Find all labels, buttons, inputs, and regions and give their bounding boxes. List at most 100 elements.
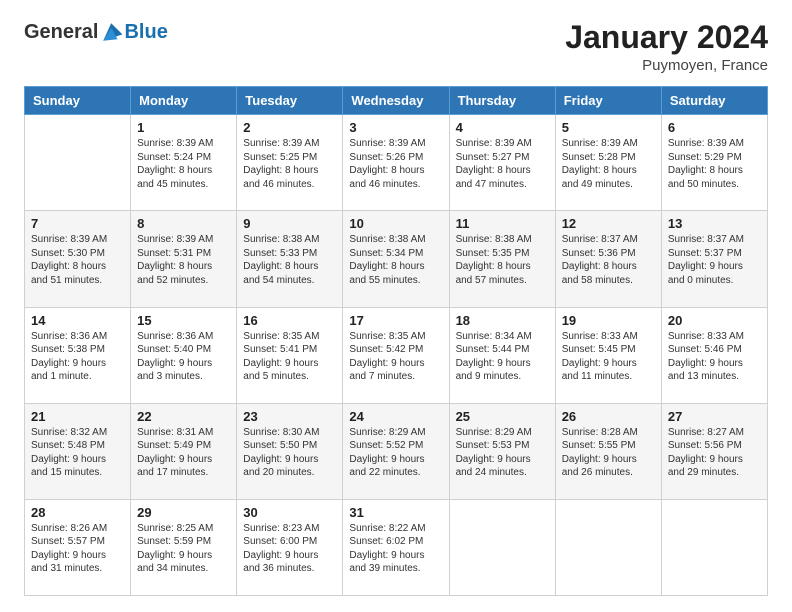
cell-info: Sunrise: 8:22 AMSunset: 6:02 PMDaylight:… bbox=[349, 522, 442, 576]
calendar-cell: 14 Sunrise: 8:36 AMSunset: 5:38 PMDayligh… bbox=[25, 307, 131, 403]
cell-info: Sunrise: 8:33 AMSunset: 5:46 PMDaylight:… bbox=[668, 330, 761, 384]
cell-date: 12 bbox=[562, 216, 655, 231]
calendar-cell bbox=[449, 499, 555, 595]
cell-info: Sunrise: 8:39 AMSunset: 5:28 PMDaylight:… bbox=[562, 137, 655, 191]
calendar-day-header: Tuesday bbox=[237, 87, 343, 115]
logo-icon bbox=[100, 20, 124, 44]
cell-info: Sunrise: 8:38 AMSunset: 5:35 PMDaylight:… bbox=[456, 233, 549, 287]
cell-date: 22 bbox=[137, 409, 230, 424]
cell-date: 10 bbox=[349, 216, 442, 231]
calendar-cell: 26Sunrise: 8:28 AMSunset: 5:55 PMDayligh… bbox=[555, 403, 661, 499]
cell-info: Sunrise: 8:35 AMSunset: 5:42 PMDaylight:… bbox=[349, 330, 442, 384]
cell-info: Sunrise: 8:34 AMSunset: 5:44 PMDaylight:… bbox=[456, 330, 549, 384]
cell-date: 14 bbox=[31, 313, 124, 328]
calendar-cell: 31Sunrise: 8:22 AMSunset: 6:02 PMDayligh… bbox=[343, 499, 449, 595]
page: General Blue January 2024 Puymoyen, Fran… bbox=[0, 0, 792, 612]
cell-date: 19 bbox=[562, 313, 655, 328]
cell-info: Sunrise: 8:26 AMSunset: 5:57 PMDaylight:… bbox=[31, 522, 124, 576]
calendar-cell: 10Sunrise: 8:38 AMSunset: 5:34 PMDayligh… bbox=[343, 211, 449, 307]
logo-general: General bbox=[24, 21, 98, 44]
subtitle: Puymoyen, France bbox=[565, 57, 768, 74]
calendar-cell: 13 Sunrise: 8:37 AMSunset: 5:37 PMDayligh… bbox=[661, 211, 767, 307]
cell-date: 6 bbox=[668, 120, 761, 135]
calendar-cell: 20 Sunrise: 8:33 AMSunset: 5:46 PMDayligh… bbox=[661, 307, 767, 403]
calendar-cell: 25Sunrise: 8:29 AMSunset: 5:53 PMDayligh… bbox=[449, 403, 555, 499]
cell-info: Sunrise: 8:39 AMSunset: 5:29 PMDaylight:… bbox=[668, 137, 761, 191]
calendar-cell bbox=[555, 499, 661, 595]
cell-date: 16 bbox=[243, 313, 336, 328]
cell-info: Sunrise: 8:31 AMSunset: 5:49 PMDaylight:… bbox=[137, 426, 230, 480]
cell-date: 3 bbox=[349, 120, 442, 135]
cell-info: Sunrise: 8:37 AMSunset: 5:36 PMDaylight:… bbox=[562, 233, 655, 287]
calendar-header-row: SundayMondayTuesdayWednesdayThursdayFrid… bbox=[25, 87, 768, 115]
cell-date: 8 bbox=[137, 216, 230, 231]
cell-date: 11 bbox=[456, 216, 549, 231]
main-title: January 2024 bbox=[565, 20, 768, 55]
cell-date: 24 bbox=[349, 409, 442, 424]
calendar-cell: 6 Sunrise: 8:39 AMSunset: 5:29 PMDaylight… bbox=[661, 115, 767, 211]
calendar-cell: 23Sunrise: 8:30 AMSunset: 5:50 PMDayligh… bbox=[237, 403, 343, 499]
cell-info: Sunrise: 8:29 AMSunset: 5:53 PMDaylight:… bbox=[456, 426, 549, 480]
cell-date: 20 bbox=[668, 313, 761, 328]
logo-blue: Blue bbox=[124, 21, 167, 44]
calendar-cell: 16 Sunrise: 8:35 AMSunset: 5:41 PMDayligh… bbox=[237, 307, 343, 403]
calendar-cell: 3 Sunrise: 8:39 AMSunset: 5:26 PMDaylight… bbox=[343, 115, 449, 211]
calendar-cell: 12 Sunrise: 8:37 AMSunset: 5:36 PMDayligh… bbox=[555, 211, 661, 307]
cell-info: Sunrise: 8:32 AMSunset: 5:48 PMDaylight:… bbox=[31, 426, 124, 480]
calendar-cell: 11 Sunrise: 8:38 AMSunset: 5:35 PMDayligh… bbox=[449, 211, 555, 307]
calendar-cell: 7Sunrise: 8:39 AMSunset: 5:30 PMDaylight… bbox=[25, 211, 131, 307]
logo: General Blue bbox=[24, 20, 168, 44]
cell-info: Sunrise: 8:36 AMSunset: 5:38 PMDaylight:… bbox=[31, 330, 124, 384]
cell-date: 18 bbox=[456, 313, 549, 328]
cell-date: 13 bbox=[668, 216, 761, 231]
calendar-day-header: Saturday bbox=[661, 87, 767, 115]
cell-date: 2 bbox=[243, 120, 336, 135]
calendar-cell: 8 Sunrise: 8:39 AMSunset: 5:31 PMDaylight… bbox=[131, 211, 237, 307]
calendar-cell: 4 Sunrise: 8:39 AMSunset: 5:27 PMDaylight… bbox=[449, 115, 555, 211]
cell-date: 17 bbox=[349, 313, 442, 328]
calendar-cell bbox=[661, 499, 767, 595]
calendar-cell: 30 Sunrise: 8:23 AMSunset: 6:00 PMDayligh… bbox=[237, 499, 343, 595]
cell-date: 21 bbox=[31, 409, 124, 424]
calendar-cell: 27Sunrise: 8:27 AMSunset: 5:56 PMDayligh… bbox=[661, 403, 767, 499]
cell-info: Sunrise: 8:39 AMSunset: 5:27 PMDaylight:… bbox=[456, 137, 549, 191]
cell-info: Sunrise: 8:39 AMSunset: 5:26 PMDaylight:… bbox=[349, 137, 442, 191]
calendar-cell: 19 Sunrise: 8:33 AMSunset: 5:45 PMDayligh… bbox=[555, 307, 661, 403]
cell-date: 4 bbox=[456, 120, 549, 135]
calendar-week-row: 14 Sunrise: 8:36 AMSunset: 5:38 PMDayligh… bbox=[25, 307, 768, 403]
cell-info: Sunrise: 8:36 AMSunset: 5:40 PMDaylight:… bbox=[137, 330, 230, 384]
cell-info: Sunrise: 8:39 AMSunset: 5:24 PMDaylight:… bbox=[137, 137, 230, 191]
cell-date: 29 bbox=[137, 505, 230, 520]
cell-info: Sunrise: 8:25 AMSunset: 5:59 PMDaylight:… bbox=[137, 522, 230, 576]
cell-date: 15 bbox=[137, 313, 230, 328]
cell-date: 1 bbox=[137, 120, 230, 135]
calendar-cell bbox=[25, 115, 131, 211]
calendar-cell: 29 Sunrise: 8:25 AMSunset: 5:59 PMDayligh… bbox=[131, 499, 237, 595]
title-section: January 2024 Puymoyen, France bbox=[565, 20, 768, 74]
header: General Blue January 2024 Puymoyen, Fran… bbox=[24, 20, 768, 74]
cell-date: 7 bbox=[31, 216, 124, 231]
cell-info: Sunrise: 8:39 AMSunset: 5:25 PMDaylight:… bbox=[243, 137, 336, 191]
calendar-cell: 9Sunrise: 8:38 AMSunset: 5:33 PMDaylight… bbox=[237, 211, 343, 307]
calendar-week-row: 28 Sunrise: 8:26 AMSunset: 5:57 PMDayligh… bbox=[25, 499, 768, 595]
calendar-cell: 22 Sunrise: 8:31 AMSunset: 5:49 PMDayligh… bbox=[131, 403, 237, 499]
calendar-day-header: Sunday bbox=[25, 87, 131, 115]
calendar-cell: 21 Sunrise: 8:32 AMSunset: 5:48 PMDayligh… bbox=[25, 403, 131, 499]
cell-info: Sunrise: 8:27 AMSunset: 5:56 PMDaylight:… bbox=[668, 426, 761, 480]
cell-info: Sunrise: 8:38 AMSunset: 5:33 PMDaylight:… bbox=[243, 233, 336, 287]
cell-info: Sunrise: 8:39 AMSunset: 5:31 PMDaylight:… bbox=[137, 233, 230, 287]
calendar-day-header: Monday bbox=[131, 87, 237, 115]
calendar-day-header: Thursday bbox=[449, 87, 555, 115]
cell-date: 30 bbox=[243, 505, 336, 520]
calendar-cell: 1 Sunrise: 8:39 AMSunset: 5:24 PMDaylight… bbox=[131, 115, 237, 211]
cell-info: Sunrise: 8:28 AMSunset: 5:55 PMDaylight:… bbox=[562, 426, 655, 480]
calendar-cell: 15 Sunrise: 8:36 AMSunset: 5:40 PMDayligh… bbox=[131, 307, 237, 403]
cell-date: 23 bbox=[243, 409, 336, 424]
calendar-week-row: 21 Sunrise: 8:32 AMSunset: 5:48 PMDayligh… bbox=[25, 403, 768, 499]
cell-info: Sunrise: 8:37 AMSunset: 5:37 PMDaylight:… bbox=[668, 233, 761, 287]
calendar-cell: 18 Sunrise: 8:34 AMSunset: 5:44 PMDayligh… bbox=[449, 307, 555, 403]
cell-info: Sunrise: 8:33 AMSunset: 5:45 PMDaylight:… bbox=[562, 330, 655, 384]
cell-info: Sunrise: 8:23 AMSunset: 6:00 PMDaylight:… bbox=[243, 522, 336, 576]
cell-info: Sunrise: 8:35 AMSunset: 5:41 PMDaylight:… bbox=[243, 330, 336, 384]
cell-date: 28 bbox=[31, 505, 124, 520]
